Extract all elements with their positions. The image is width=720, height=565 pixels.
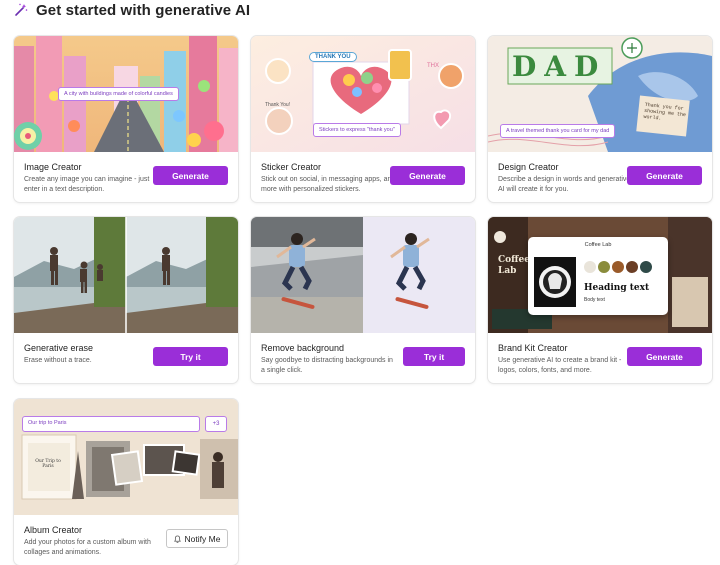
card-generative-erase[interactable]: Generative erase Erase without a trace. …: [14, 217, 238, 383]
card-album-creator[interactable]: Our trip to Paris +3 Our Trip to Paris A…: [14, 399, 238, 565]
album-cover-text: Our Trip to Paris: [35, 459, 61, 469]
brand-logo-and-swatches: [534, 257, 652, 307]
brand-kit-preview: Coffee Lab Coffee Lab Heading text Body …: [488, 217, 712, 333]
card-remove-background[interactable]: Remove background Say goodbye to distrac…: [251, 217, 475, 383]
bell-icon: [173, 535, 181, 543]
magic-wand-icon: [15, 3, 28, 16]
sticker-creator-prompt: Stickers to express "thank you": [313, 123, 401, 137]
dad-title: DAD: [512, 50, 607, 83]
image-creator-preview: A city with buildings made of colorful c…: [14, 36, 238, 152]
design-creator-prompt: A travel themed thank you card for my da…: [500, 124, 616, 138]
notify-me-label: Notify Me: [184, 533, 221, 544]
erase-before-after-image: [14, 217, 238, 333]
design-creator-preview: DAD Thank you for showing me the world. …: [488, 36, 712, 152]
album-creator-preview: Our trip to Paris +3 Our Trip to Paris: [14, 399, 238, 515]
try-it-button[interactable]: Try it: [153, 347, 228, 366]
card-description: Use generative AI to create a brand kit …: [498, 357, 622, 374]
card-brand-kit-creator[interactable]: Coffee Lab Coffee Lab Heading text Body …: [488, 217, 712, 383]
card-description: Stick out on social, in messaging apps, …: [261, 176, 396, 193]
card-image-creator[interactable]: A city with buildings made of colorful c…: [14, 36, 238, 202]
generate-button[interactable]: Generate: [627, 166, 702, 185]
image-creator-prompt: A city with buildings made of colorful c…: [58, 87, 179, 101]
section-header: Get started with generative AI: [14, 0, 250, 20]
generate-button[interactable]: Generate: [390, 166, 465, 185]
album-prompt: Our trip to Paris: [22, 416, 200, 432]
card-sticker-creator[interactable]: THX Thank You! THANK YOU Stickers to exp…: [251, 36, 475, 202]
remove-background-preview: [251, 217, 475, 333]
sticker-thank-you-label: THANK YOU: [309, 52, 357, 62]
card-description: Say goodbye to distracting backgrounds i…: [261, 357, 393, 374]
brand-kit-panel: Coffee Lab Heading text Body text: [528, 237, 668, 315]
generate-button[interactable]: Generate: [153, 166, 228, 185]
card-description: Add your photos for a custom album with …: [24, 539, 151, 556]
card-design-creator[interactable]: DAD Thank you for showing me the world. …: [488, 36, 712, 202]
brand-bg-text: Coffee Lab: [498, 255, 531, 276]
brand-body-text: Body text: [584, 297, 605, 303]
sticker-creator-preview: THX Thank You! THANK YOU Stickers to exp…: [251, 36, 475, 152]
card-description: Describe a design in words and generativ…: [498, 176, 631, 193]
notify-me-button[interactable]: Notify Me: [166, 529, 228, 548]
generative-erase-preview: [14, 217, 238, 333]
album-photo-count-badge: +3: [205, 416, 227, 432]
svg-text:THX: THX: [427, 63, 439, 69]
svg-text:Thank You!: Thank You!: [265, 102, 290, 108]
brand-heading-text: Heading text: [584, 283, 650, 293]
card-description: Create any image you can imagine - just …: [24, 176, 150, 193]
section-title: Get started with generative AI: [36, 1, 251, 19]
card-description: Erase without a trace.: [24, 357, 92, 364]
generate-button[interactable]: Generate: [627, 347, 702, 366]
skateboarder-image: [251, 217, 475, 333]
try-it-button[interactable]: Try it: [403, 347, 465, 366]
